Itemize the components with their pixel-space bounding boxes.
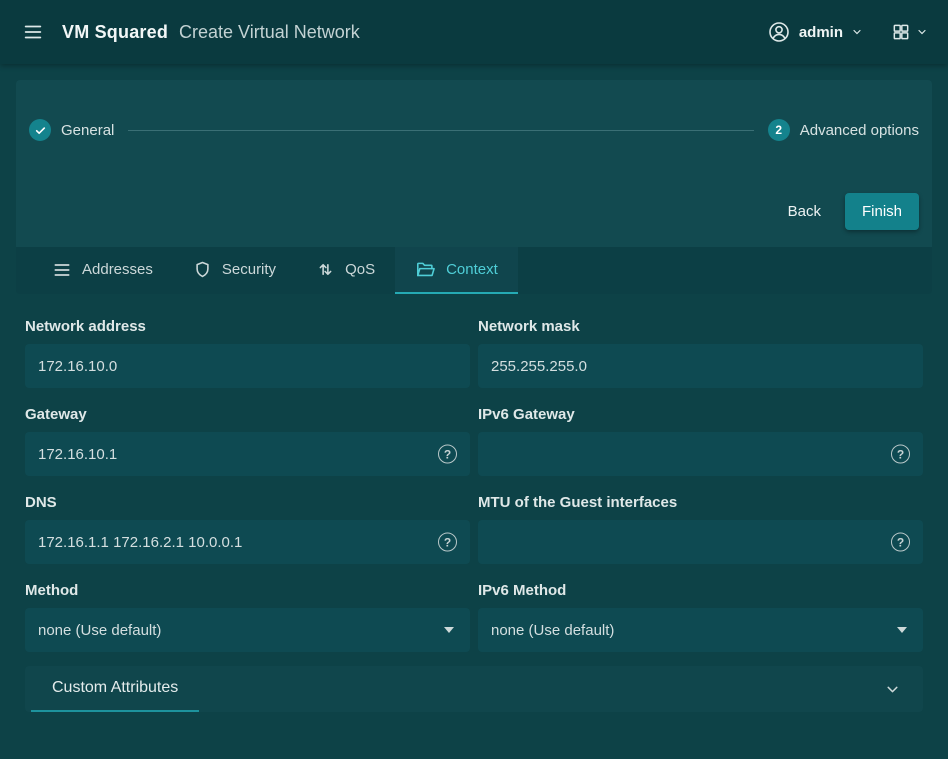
tab-bar: Addresses Security QoS Context — [16, 247, 932, 294]
page-title: Create Virtual Network — [179, 22, 360, 43]
back-button[interactable]: Back — [780, 195, 829, 228]
network-mask-input-wrap — [478, 344, 923, 388]
chevron-down-icon — [916, 26, 928, 38]
step-general[interactable]: General — [29, 119, 114, 141]
ipv6-method-label: IPv6 Method — [478, 582, 923, 599]
tab-context[interactable]: Context — [395, 247, 518, 294]
apps-grid-icon — [891, 22, 911, 42]
step-advanced-options[interactable]: 2 Advanced options — [768, 119, 919, 141]
app-header: VM Squared Create Virtual Network admin — [0, 0, 948, 64]
step-general-label: General — [61, 122, 114, 139]
app-brand: VM Squared — [62, 22, 168, 43]
ipv6-method-select[interactable]: none (Use default) — [478, 608, 923, 652]
context-form: Network address Network mask Gateway ? I… — [16, 294, 932, 652]
gateway-input-wrap: ? — [25, 432, 470, 476]
wizard-actions: Back Finish — [29, 193, 919, 230]
mtu-input-wrap: ? — [478, 520, 923, 564]
custom-attributes-title: Custom Attributes — [31, 666, 199, 712]
gateway-label: Gateway — [25, 406, 470, 423]
caret-down-icon — [897, 627, 907, 633]
step-advanced-options-label: Advanced options — [800, 122, 919, 139]
help-icon[interactable]: ? — [891, 445, 910, 464]
stepper-connector-line — [128, 130, 753, 131]
field-ipv6-method: IPv6 Method none (Use default) — [478, 582, 923, 652]
list-icon — [52, 260, 72, 280]
main-content: General 2 Advanced options Back Finish A… — [0, 64, 948, 712]
shield-icon — [193, 260, 212, 279]
chevron-down-icon — [851, 26, 863, 38]
network-address-label: Network address — [25, 318, 470, 335]
step-number-badge: 2 — [768, 119, 790, 141]
tab-qos-label: QoS — [345, 261, 375, 278]
sort-arrows-icon — [316, 260, 335, 279]
tab-context-label: Context — [446, 261, 498, 278]
chevron-down-icon — [884, 681, 901, 698]
ipv6-gateway-input-wrap: ? — [478, 432, 923, 476]
help-icon[interactable]: ? — [438, 533, 457, 552]
field-gateway: Gateway ? — [25, 406, 470, 476]
hamburger-icon — [22, 21, 44, 43]
mtu-label: MTU of the Guest interfaces — [478, 494, 923, 511]
tab-security-label: Security — [222, 261, 276, 278]
stepper: General 2 Advanced options — [29, 119, 919, 141]
network-address-input-wrap — [25, 344, 470, 388]
tab-security[interactable]: Security — [173, 247, 296, 294]
user-menu-button[interactable]: admin — [767, 20, 863, 44]
help-icon[interactable]: ? — [438, 445, 457, 464]
method-label: Method — [25, 582, 470, 599]
tab-qos[interactable]: QoS — [296, 247, 395, 294]
network-mask-label: Network mask — [478, 318, 923, 335]
field-network-address: Network address — [25, 318, 470, 388]
wizard-panel: General 2 Advanced options Back Finish — [16, 80, 932, 247]
tab-addresses-label: Addresses — [82, 261, 153, 278]
network-mask-input[interactable] — [478, 344, 923, 388]
field-method: Method none (Use default) — [25, 582, 470, 652]
dns-input[interactable] — [25, 520, 470, 564]
apps-menu-button[interactable] — [891, 22, 928, 42]
field-network-mask: Network mask — [478, 318, 923, 388]
ipv6-gateway-input[interactable] — [478, 432, 923, 476]
method-select-value: none (Use default) — [38, 622, 444, 639]
user-name: admin — [799, 24, 843, 41]
caret-down-icon — [444, 627, 454, 633]
method-select[interactable]: none (Use default) — [25, 608, 470, 652]
field-ipv6-gateway: IPv6 Gateway ? — [478, 406, 923, 476]
step-complete-check-icon — [29, 119, 51, 141]
ipv6-method-select-value: none (Use default) — [491, 622, 897, 639]
ipv6-gateway-label: IPv6 Gateway — [478, 406, 923, 423]
folder-icon — [415, 259, 436, 280]
network-address-input[interactable] — [25, 344, 470, 388]
field-dns: DNS ? — [25, 494, 470, 564]
menu-button[interactable] — [20, 19, 46, 45]
custom-attributes-accordion[interactable]: Custom Attributes — [25, 666, 923, 712]
user-icon — [767, 20, 791, 44]
gateway-input[interactable] — [25, 432, 470, 476]
mtu-input[interactable] — [478, 520, 923, 564]
help-icon[interactable]: ? — [891, 533, 910, 552]
finish-button[interactable]: Finish — [845, 193, 919, 230]
tab-addresses[interactable]: Addresses — [32, 247, 173, 294]
dns-input-wrap: ? — [25, 520, 470, 564]
dns-label: DNS — [25, 494, 470, 511]
field-mtu: MTU of the Guest interfaces ? — [478, 494, 923, 564]
